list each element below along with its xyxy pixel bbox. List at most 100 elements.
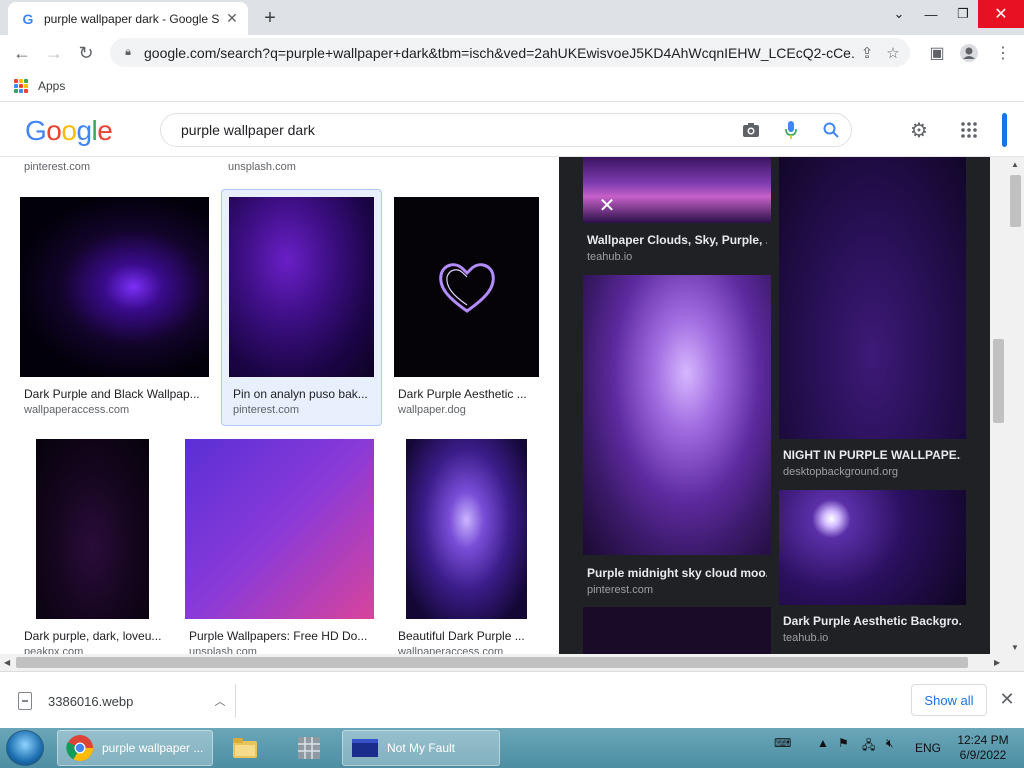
reload-icon[interactable]: ↻ — [72, 39, 100, 67]
profile-avatar-icon[interactable] — [956, 40, 982, 66]
taskbar-explorer-button[interactable] — [222, 730, 272, 766]
image-result[interactable]: Dark Purple Aesthetic ... wallpaper.dog — [394, 197, 544, 422]
side-panel-icon[interactable]: ▣ — [924, 40, 950, 66]
network-icon[interactable]: 🖧︎ — [862, 736, 875, 757]
panel-scroll-thumb[interactable] — [993, 339, 1004, 423]
related-caption[interactable]: Purple midnight sky cloud moo... — [587, 566, 767, 580]
download-bar-close-icon[interactable]: ✕ — [996, 688, 1018, 710]
search-magnifier-icon[interactable] — [811, 114, 851, 146]
image-result[interactable]: Dark purple, dark, loveu... peakpx.com — [20, 439, 170, 654]
taskbar-window-label: Not My Fault — [387, 741, 456, 755]
vertical-scrollbars: ▲ ▼ — [990, 157, 1024, 654]
window-restore-icon[interactable]: ❐ — [948, 0, 978, 28]
taskbar-chrome-button[interactable]: purple wallpaper ... — [57, 730, 213, 766]
related-source[interactable]: teahub.io — [587, 251, 632, 263]
result-caption[interactable]: Dark Purple and Black Wallpap... — [24, 387, 209, 401]
browser-menu-kebab-icon[interactable]: ⋮ — [990, 40, 1016, 66]
browser-toolbar: ← → ↻ 🔒︎ google.com/search?q=purple+wall… — [0, 35, 1024, 70]
share-icon[interactable]: ⇪ — [854, 40, 880, 66]
scroll-left-arrow-icon[interactable]: ◀ — [4, 658, 10, 667]
settings-gear-icon[interactable]: ⚙ — [906, 117, 932, 143]
result-source[interactable]: unsplash.com — [189, 646, 257, 654]
browser-tab-active[interactable]: G purple wallpaper dark - Google S ✕ — [8, 2, 248, 35]
tab-strip: G purple wallpaper dark - Google S ✕ + ⌄… — [0, 0, 1024, 35]
scroll-right-arrow-icon[interactable]: ▶ — [994, 658, 1000, 667]
result-caption[interactable]: Dark Purple Aesthetic ... — [398, 387, 538, 401]
address-bar[interactable]: 🔒︎ google.com/search?q=purple+wallpaper+… — [110, 38, 910, 67]
related-image[interactable] — [779, 490, 966, 605]
result-image[interactable] — [20, 197, 209, 377]
related-source[interactable]: pinterest.com — [587, 584, 653, 596]
microphone-icon[interactable] — [771, 114, 811, 146]
google-apps-grid-icon[interactable] — [956, 117, 982, 143]
result-source[interactable]: wallpaperaccess.com — [24, 404, 129, 416]
show-all-button[interactable]: Show all — [911, 684, 987, 716]
tab-search-chevron-icon[interactable]: ⌄ — [884, 0, 914, 28]
image-result[interactable]: Pin on analyn puso bak... pinterest.com — [229, 197, 379, 422]
forward-arrow-icon[interactable]: → — [40, 39, 68, 67]
result-image[interactable] — [394, 197, 539, 377]
page-scroll-thumb[interactable] — [1010, 175, 1021, 227]
start-orb-icon[interactable] — [6, 730, 44, 766]
action-center-flag-icon[interactable]: ⚑ — [838, 736, 849, 750]
window-minimize-icon[interactable]: — — [916, 0, 946, 28]
tab-close-icon[interactable]: ✕ — [224, 10, 240, 27]
language-indicator[interactable]: ENG — [915, 741, 941, 755]
bookmark-star-icon[interactable]: ☆ — [880, 40, 906, 66]
search-box[interactable]: purple wallpaper dark — [160, 113, 852, 147]
new-tab-plus-icon[interactable]: + — [258, 6, 282, 30]
tray-expand-icon[interactable]: ▲ — [817, 736, 829, 750]
result-source-top[interactable]: unsplash.com — [228, 161, 296, 173]
image-result[interactable]: Purple Wallpapers: Free HD Do... unsplas… — [185, 439, 375, 654]
related-source[interactable]: teahub.io — [783, 632, 828, 644]
related-caption[interactable]: Dark Purple Aesthetic Backgro... — [783, 614, 961, 628]
back-arrow-icon[interactable]: ← — [8, 39, 36, 67]
horizontal-scrollbar[interactable]: ◀ ▶ — [0, 654, 1024, 671]
result-image[interactable] — [36, 439, 149, 619]
download-file-name[interactable]: 3386016.webp — [48, 694, 205, 709]
related-source[interactable]: desktopbackground.org — [783, 466, 898, 478]
panel-close-icon[interactable]: ✕ — [593, 191, 621, 219]
related-caption[interactable]: Wallpaper Clouds, Sky, Purple, ... — [587, 233, 767, 247]
related-image[interactable] — [583, 607, 771, 654]
page-scrollbar[interactable] — [1007, 157, 1024, 654]
download-bar: 3386016.webp ︿ Show all ✕ — [0, 671, 1024, 728]
result-source-top[interactable]: pinterest.com — [24, 161, 90, 173]
related-image[interactable] — [779, 157, 966, 439]
chevron-up-icon[interactable]: ︿ — [205, 693, 235, 709]
scroll-up-arrow-icon[interactable]: ▲ — [1011, 160, 1019, 169]
result-caption[interactable]: Pin on analyn puso bak... — [233, 387, 373, 401]
apps-grid-icon[interactable] — [14, 78, 28, 93]
result-image[interactable] — [185, 439, 374, 619]
image-result[interactable]: Dark Purple and Black Wallpap... wallpap… — [20, 197, 210, 422]
related-caption[interactable]: NIGHT IN PURPLE WALLPAPE... — [783, 448, 961, 462]
image-result[interactable]: Beautiful Dark Purple ... wallpaperacces… — [394, 439, 544, 654]
related-image[interactable] — [583, 275, 771, 555]
clock-time: 12:24 PM — [957, 733, 1009, 747]
taskbar-app-button[interactable] — [286, 730, 336, 766]
horizontal-scroll-thumb[interactable] — [16, 657, 968, 668]
result-image[interactable] — [406, 439, 527, 619]
result-image[interactable] — [229, 197, 374, 377]
result-source[interactable]: wallpaperaccess.com — [398, 646, 503, 654]
apps-bookmark[interactable]: Apps — [38, 79, 65, 93]
scroll-down-arrow-icon[interactable]: ▼ — [1011, 643, 1019, 652]
taskbar-window-button[interactable]: Not My Fault — [342, 730, 500, 766]
address-url[interactable]: google.com/search?q=purple+wallpaper+dar… — [144, 45, 854, 61]
account-button-edge[interactable] — [1002, 113, 1007, 147]
result-caption[interactable]: Beautiful Dark Purple ... — [398, 629, 538, 643]
download-item[interactable]: 3386016.webp ︿ — [18, 684, 236, 718]
search-input[interactable]: purple wallpaper dark — [181, 122, 731, 138]
volume-muted-icon[interactable]: 🔇︎ — [886, 736, 894, 751]
result-source[interactable]: peakpx.com — [24, 646, 83, 654]
google-logo[interactable]: Google — [25, 115, 113, 147]
lock-icon[interactable]: 🔒︎ — [120, 45, 136, 61]
result-caption[interactable]: Dark purple, dark, loveu... — [24, 629, 164, 643]
result-caption[interactable]: Purple Wallpapers: Free HD Do... — [189, 629, 374, 643]
window-close-icon[interactable]: ✕ — [978, 0, 1024, 28]
camera-search-icon[interactable] — [731, 114, 771, 146]
result-source[interactable]: wallpaper.dog — [398, 404, 466, 416]
system-clock[interactable]: 12:24 PM 6/9/2022 — [953, 733, 1013, 763]
result-source[interactable]: pinterest.com — [233, 404, 299, 416]
keyboard-icon[interactable]: ⌨ — [774, 736, 791, 750]
